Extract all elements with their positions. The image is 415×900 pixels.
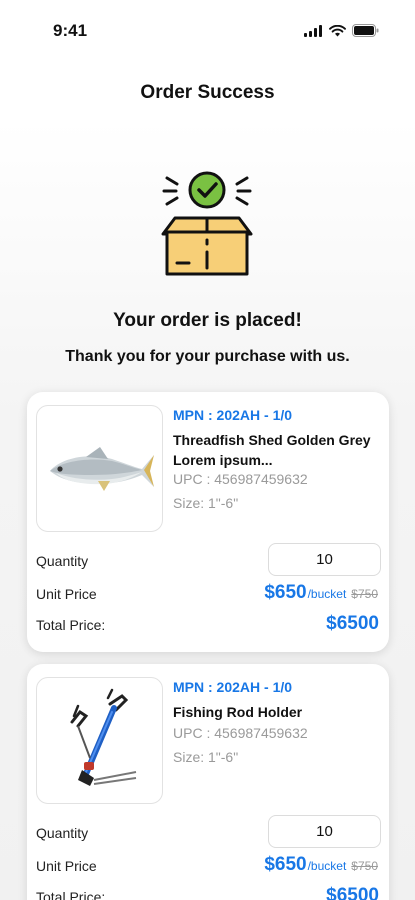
product-thumbnail bbox=[36, 405, 163, 532]
total-price-label: Total Price: bbox=[36, 889, 106, 900]
product-upc: UPC : 456987459632 bbox=[173, 471, 308, 487]
unit-price: $650 /bucket $750 bbox=[264, 854, 378, 876]
battery-icon bbox=[352, 24, 379, 42]
product-mpn: MPN : 202AH - 1/0 bbox=[173, 407, 293, 423]
total-price-amount: $6500 bbox=[326, 885, 379, 900]
product-mpn: MPN : 202AH - 1/0 bbox=[173, 679, 293, 695]
quantity-field[interactable]: 10 bbox=[268, 543, 381, 576]
product-upc: UPC : 456987459632 bbox=[173, 725, 308, 741]
fish-image bbox=[49, 446, 154, 491]
page-title: Order Success bbox=[140, 82, 275, 103]
original-price: $750 bbox=[351, 859, 378, 873]
original-price: $750 bbox=[351, 587, 378, 601]
product-size: Size: 1"-6" bbox=[173, 749, 239, 765]
quantity-field[interactable]: 10 bbox=[268, 815, 381, 848]
product-name[interactable]: Fishing Rod Holder bbox=[173, 702, 378, 722]
total-price-label: Total Price: bbox=[36, 617, 106, 633]
unit-price-label: Unit Price bbox=[36, 586, 97, 602]
unit-price-amount: $650 bbox=[264, 582, 307, 603]
wifi-icon bbox=[329, 24, 346, 42]
quantity-label: Quantity bbox=[36, 553, 89, 569]
unit-price-amount: $650 bbox=[264, 854, 307, 875]
quantity-label: Quantity bbox=[36, 825, 89, 841]
package-success-icon bbox=[157, 168, 257, 278]
product-thumbnail bbox=[36, 677, 163, 804]
signal-icon bbox=[304, 24, 323, 42]
unit-price: $650 /bucket $750 bbox=[264, 582, 378, 604]
unit-price-unit: /bucket bbox=[307, 859, 347, 873]
total-price-amount: $6500 bbox=[326, 613, 379, 634]
order-item-card[interactable]: MPN : 202AH - 1/0 Threadfish Shed Golden… bbox=[27, 392, 389, 652]
product-size: Size: 1"-6" bbox=[173, 495, 239, 511]
status-time: 9:41 bbox=[53, 21, 88, 40]
product-name[interactable]: Threadfish Shed Golden Grey Lorem ipsum.… bbox=[173, 430, 378, 470]
status-icons bbox=[304, 24, 379, 42]
unit-price-unit: /bucket bbox=[307, 587, 347, 601]
status-bar: 9:41 bbox=[0, 0, 415, 60]
rod-holder-image bbox=[70, 688, 136, 786]
unit-price-label: Unit Price bbox=[36, 858, 97, 874]
order-item-card[interactable]: MPN : 202AH - 1/0 Fishing Rod Holder UPC… bbox=[27, 664, 389, 900]
thank-you-text: Thank you for your purchase with us. bbox=[65, 348, 350, 365]
order-placed-title: Your order is placed! bbox=[113, 310, 302, 331]
